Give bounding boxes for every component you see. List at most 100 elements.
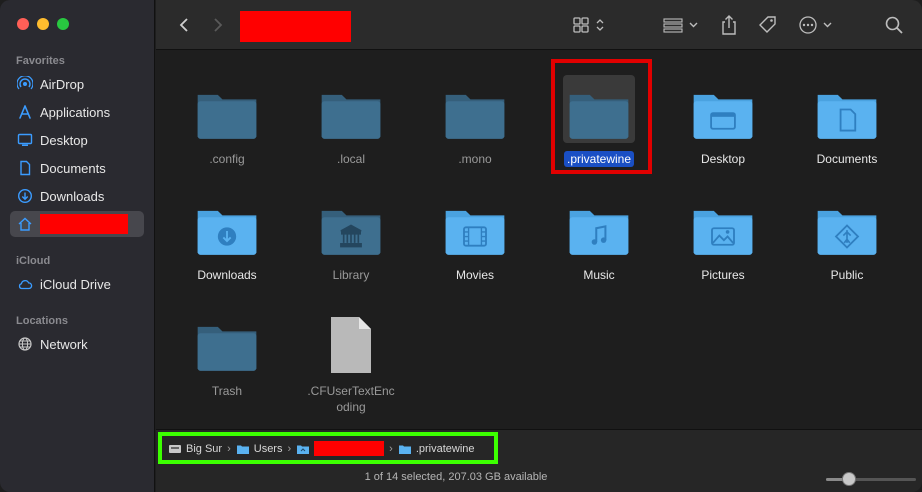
grid-view-icon (573, 17, 604, 33)
file-name: Trash (211, 384, 243, 398)
file-name: Music (583, 268, 615, 282)
network-icon (17, 336, 33, 352)
slider-knob[interactable] (841, 472, 856, 486)
file-item-library[interactable]: Library (296, 191, 406, 283)
file-item-pictures[interactable]: Pictures (668, 191, 778, 283)
crumb-big-sur[interactable]: Big Sur (168, 443, 222, 455)
finder-window: Favorites AirDrop Applications Desktop D… (0, 0, 922, 492)
sidebar-item-applications[interactable]: Applications (10, 99, 144, 125)
home-folder-icon (297, 445, 310, 454)
status-text: 1 of 14 selected, 207.03 GB available (364, 471, 548, 483)
folder-icon (236, 445, 249, 454)
file-item-dot-mono[interactable]: .mono (420, 75, 530, 167)
sidebar-item-home[interactable] (10, 211, 144, 237)
share-icon (722, 15, 736, 35)
sidebar-item-label: Network (40, 336, 88, 352)
file-name: .CFUserTextEncoding (307, 384, 395, 414)
file-name: .local (336, 152, 365, 166)
chevron-right-icon: › (227, 442, 231, 455)
toolbar (156, 0, 922, 50)
view-mode-button[interactable] (572, 13, 610, 37)
sidebar-item-label: Desktop (40, 132, 88, 148)
path-bar: Big Sur › Users › › .privatewine (156, 429, 922, 465)
zoom-button[interactable] (57, 18, 69, 30)
folder-icon (191, 191, 263, 259)
applications-icon (17, 104, 33, 120)
search-button[interactable] (882, 13, 906, 37)
folder-icon (315, 191, 387, 259)
file-item-music[interactable]: Music (544, 191, 654, 283)
folder-icon (563, 191, 635, 259)
window-title-redacted (240, 11, 351, 42)
file-name: Library (332, 268, 370, 282)
sidebar-item-network[interactable]: Network (10, 331, 144, 357)
ellipsis-icon (799, 16, 832, 34)
window-controls (17, 18, 69, 30)
status-bar: 1 of 14 selected, 207.03 GB available (156, 465, 922, 492)
file-item-dot-cfusertextencoding[interactable]: .CFUserTextEncoding (296, 307, 406, 415)
sidebar-item-downloads[interactable]: Downloads (10, 183, 144, 209)
sidebar-item-label: Downloads (40, 188, 105, 204)
search-icon (885, 16, 903, 34)
forward-button[interactable] (208, 13, 228, 37)
sidebar: Favorites AirDrop Applications Desktop D… (0, 0, 155, 492)
file-name: Documents (816, 152, 878, 166)
folder-icon (191, 307, 263, 375)
chevron-right-icon: › (287, 442, 292, 455)
file-name: .mono (458, 152, 492, 166)
file-item-dot-config[interactable]: .config (172, 75, 282, 167)
document-icon (17, 160, 33, 176)
file-item-dot-privatewine[interactable]: .privatewine (544, 75, 654, 167)
file-item-dot-local[interactable]: .local (296, 75, 406, 167)
folder-icon (687, 75, 759, 143)
crumb-home[interactable] (296, 441, 385, 456)
crumb-privatewine[interactable]: .privatewine (398, 443, 475, 455)
file-item-downloads[interactable]: Downloads (172, 191, 282, 283)
share-button[interactable] (718, 13, 740, 37)
cloud-icon (17, 276, 33, 292)
folder-icon (811, 75, 883, 143)
file-item-movies[interactable]: Movies (420, 191, 530, 283)
home-icon (17, 216, 33, 232)
folder-icon (398, 445, 411, 454)
sidebar-item-desktop[interactable]: Desktop (10, 127, 144, 153)
folder-icon (315, 75, 387, 143)
chevron-right-icon: › (389, 442, 393, 455)
minimize-button[interactable] (37, 18, 49, 30)
sidebar-item-label: iCloud Drive (40, 276, 111, 292)
folder-icon (563, 75, 635, 143)
sidebar-item-label: Documents (40, 160, 106, 176)
tag-button[interactable] (756, 13, 780, 37)
folder-icon (191, 75, 263, 143)
action-menu-button[interactable] (796, 13, 836, 37)
redacted-username (40, 214, 128, 234)
sidebar-section-locations: Locations (16, 315, 68, 327)
document-icon (315, 307, 387, 375)
file-item-desktop[interactable]: Desktop (668, 75, 778, 167)
file-item-trash[interactable]: Trash (172, 307, 282, 399)
crumb-users[interactable]: Users (236, 443, 282, 455)
sidebar-section-favorites: Favorites (16, 55, 65, 67)
group-icon (663, 18, 698, 33)
file-item-documents[interactable]: Documents (792, 75, 902, 167)
file-name: Desktop (700, 152, 746, 166)
file-name: Public (830, 268, 864, 282)
group-button[interactable] (662, 13, 702, 37)
breadcrumb: Big Sur › Users › › .privatewine (168, 441, 475, 456)
file-item-public[interactable]: Public (792, 191, 902, 283)
back-button[interactable] (174, 13, 194, 37)
sidebar-item-label: Applications (40, 104, 111, 120)
close-button[interactable] (17, 18, 29, 30)
disk-icon (169, 444, 181, 453)
sidebar-item-airdrop[interactable]: AirDrop (10, 71, 144, 97)
icon-size-slider[interactable] (826, 472, 916, 486)
folder-icon (439, 75, 511, 143)
sidebar-section-icloud: iCloud (16, 255, 51, 267)
desktop-icon (17, 132, 33, 148)
chevron-right-icon (214, 18, 223, 32)
tag-icon (759, 16, 776, 33)
sidebar-item-icloud-drive[interactable]: iCloud Drive (10, 271, 144, 297)
sidebar-item-documents[interactable]: Documents (10, 155, 144, 181)
file-grid: .config .local .mono .privatewine Desktop Doc… (156, 51, 922, 429)
sidebar-item-label: AirDrop (40, 76, 85, 92)
